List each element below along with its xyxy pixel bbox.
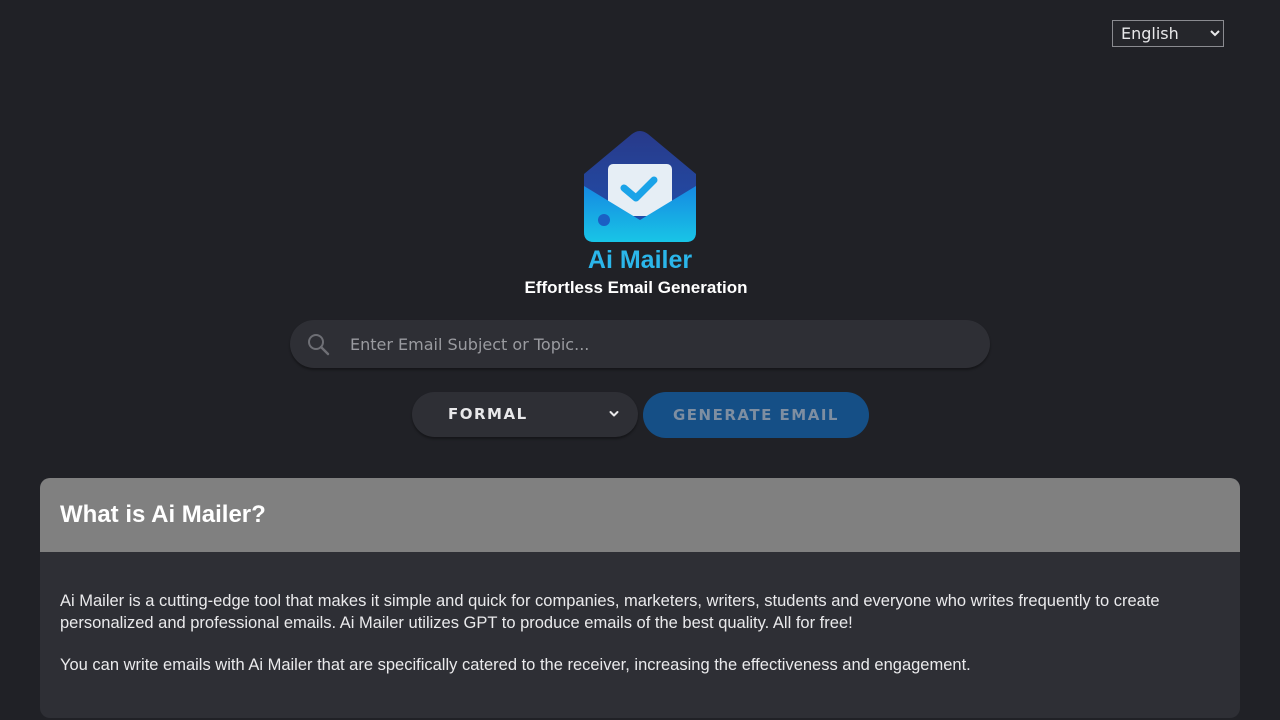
language-select[interactable]: English	[1112, 20, 1224, 47]
about-card-header: What is Ai Mailer?	[40, 478, 1240, 552]
logo: Ai Mailer Effortless Email Generation	[510, 128, 770, 300]
page: English Ai Mailer Effortless Email Gener…	[0, 0, 1280, 720]
logo-title: Ai Mailer	[587, 246, 693, 274]
about-paragraph: Ai Mailer is a cutting-edge tool that ma…	[60, 592, 1160, 632]
tone-select-value: FORMAL	[448, 405, 528, 423]
search-input[interactable]	[350, 320, 970, 368]
generate-email-button[interactable]: GENERATE EMAIL	[643, 392, 869, 438]
about-paragraph: You can write emails with Ai Mailer that…	[60, 656, 971, 674]
about-title: What is Ai Mailer?	[60, 501, 266, 528]
about-card: What is Ai Mailer? Ai Mailer is a cuttin…	[40, 478, 1240, 718]
chevron-down-icon	[609, 411, 619, 417]
logo-tagline: Effortless Email Generation	[524, 278, 748, 297]
about-card-body: Ai Mailer is a cutting-edge tool that ma…	[40, 552, 1240, 676]
search-bar	[290, 320, 990, 368]
envelope-check-icon	[584, 131, 696, 242]
search-icon	[308, 334, 330, 356]
tone-select[interactable]: FORMAL	[412, 392, 638, 437]
